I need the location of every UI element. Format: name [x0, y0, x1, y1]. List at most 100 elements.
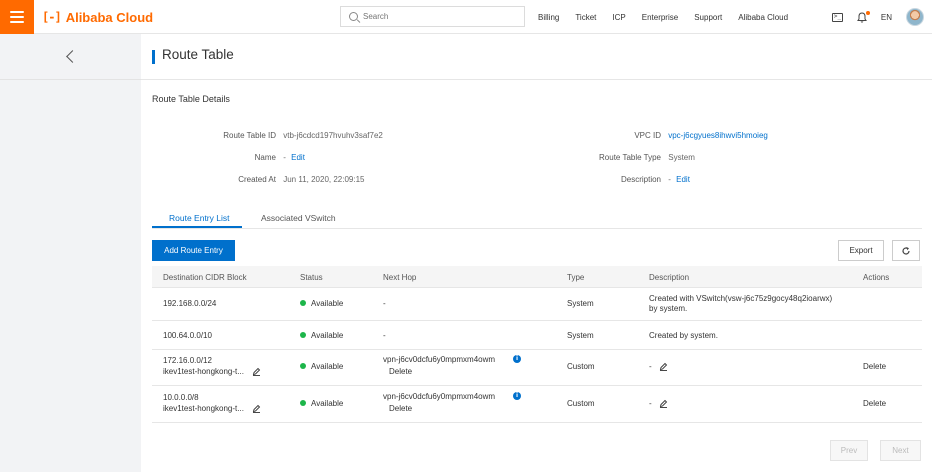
cell-description: Created by system.: [649, 331, 718, 340]
name-edit-link[interactable]: Edit: [291, 153, 305, 162]
route-table-id-label: Route Table ID: [223, 131, 276, 140]
hamburger-icon[interactable]: [0, 0, 34, 34]
description-text: -: [649, 399, 652, 408]
table-row: 10.0.0.0/8 ikev1test-hongkong-t... Avail…: [152, 386, 922, 423]
chevron-left-icon: [66, 50, 79, 63]
cell-description-line2: by system.: [649, 304, 688, 313]
cell-cidr: 100.64.0.0/10: [163, 331, 212, 340]
detail-route-table-id: Route Table ID vtb-j6cdcd197hvuhv3saf7e2: [152, 131, 383, 140]
table-row: 100.64.0.0/10 Available - System Created…: [152, 321, 922, 350]
created-at-label: Created At: [238, 175, 276, 184]
tab-associated-vswitch[interactable]: Associated VSwitch: [261, 213, 336, 223]
route-table-type-label: Route Table Type: [599, 153, 661, 162]
vpc-id-link[interactable]: vpc-j6cgyues8ihwvi5hmoieg: [668, 131, 768, 140]
cell-type: Custom: [567, 362, 595, 371]
bell-icon[interactable]: [856, 10, 870, 23]
cell-status: Available: [300, 299, 343, 308]
detail-name: Name - Edit: [152, 153, 305, 162]
tabs-divider: [152, 228, 922, 229]
cell-next-hop: -: [383, 299, 386, 308]
header-type: Type: [567, 273, 585, 282]
description-value: -: [668, 175, 671, 184]
nav-ticket[interactable]: Ticket: [575, 13, 596, 22]
info-icon[interactable]: i: [513, 392, 521, 400]
cell-description: -: [649, 399, 668, 409]
add-route-entry-button[interactable]: Add Route Entry: [152, 240, 235, 261]
status-text: Available: [311, 362, 344, 371]
header-destination: Destination CIDR Block: [163, 273, 247, 282]
next-hop-delete-link[interactable]: Delete: [389, 367, 412, 376]
pencil-icon[interactable]: [659, 362, 668, 372]
delete-route-link[interactable]: Delete: [863, 399, 886, 408]
avatar[interactable]: [906, 8, 924, 26]
refresh-icon: [902, 246, 910, 255]
detail-route-table-type: Route Table Type System: [531, 153, 695, 162]
top-bar: [-] Alibaba Cloud Billing Ticket ICP Ent…: [0, 0, 932, 34]
pencil-icon[interactable]: [252, 367, 261, 377]
header-actions: Actions: [863, 273, 890, 282]
search-box[interactable]: [340, 6, 525, 27]
cidr-name-text: ikev1test-hongkong-t...: [163, 367, 244, 376]
cell-type: System: [567, 331, 594, 340]
main-content: Route Table Route Table Details Route Ta…: [141, 34, 932, 472]
table-header: Destination CIDR Block Status Next Hop T…: [152, 266, 922, 288]
status-available-icon: [300, 331, 306, 338]
detail-created-at: Created At Jun 11, 2020, 22:09:15: [152, 175, 364, 184]
route-table-type-value: System: [668, 153, 695, 162]
next-hop-link[interactable]: vpn-j6cv0dcfu6y0mpmxm4owm: [383, 355, 495, 364]
delete-route-link[interactable]: Delete: [863, 362, 886, 371]
cell-type: System: [567, 299, 594, 308]
route-table-id-value: vtb-j6cdcd197hvuhv3saf7e2: [283, 131, 383, 140]
info-icon[interactable]: i: [513, 355, 521, 363]
name-label: Name: [254, 153, 276, 162]
top-nav-icons: >_ EN: [831, 0, 924, 34]
header-status: Status: [300, 273, 323, 282]
cell-status: Available: [300, 331, 343, 340]
nav-support[interactable]: Support: [694, 13, 722, 22]
notification-dot: [865, 10, 870, 15]
language-switch[interactable]: EN: [881, 13, 892, 22]
description-label: Description: [620, 175, 661, 184]
nav-enterprise[interactable]: Enterprise: [642, 13, 678, 22]
pencil-icon[interactable]: [659, 399, 668, 409]
top-nav: Billing Ticket ICP Enterprise Support Al…: [538, 0, 804, 34]
sidebar: [0, 34, 141, 472]
status-available-icon: [300, 299, 306, 306]
export-button[interactable]: Export: [838, 240, 884, 261]
next-page-button[interactable]: Next: [880, 440, 921, 461]
description-edit-link[interactable]: Edit: [676, 175, 690, 184]
search-input[interactable]: [363, 12, 513, 21]
pencil-icon[interactable]: [252, 404, 261, 414]
title-accent-bar: [152, 50, 155, 64]
refresh-button[interactable]: [892, 240, 920, 261]
prev-page-button[interactable]: Prev: [830, 440, 868, 461]
description-text: -: [649, 362, 652, 371]
cell-status: Available: [300, 362, 343, 371]
status-available-icon: [300, 362, 306, 369]
cell-cidr: 172.16.0.0/12: [163, 356, 212, 365]
status-text: Available: [311, 299, 344, 308]
next-hop-link[interactable]: vpn-j6cv0dcfu6y0mpmxm4owm: [383, 392, 495, 401]
back-button[interactable]: [0, 34, 141, 80]
nav-alibaba-cloud[interactable]: Alibaba Cloud: [738, 13, 788, 22]
cell-cidr: 10.0.0.0/8: [163, 393, 199, 402]
cell-description-line1: Created with VSwitch(vsw-j6c75z9gocy48q2…: [649, 294, 833, 303]
brand-name: Alibaba Cloud: [65, 9, 154, 25]
page-title: Route Table: [162, 47, 234, 62]
header-description: Description: [649, 273, 690, 282]
status-text: Available: [311, 331, 344, 340]
detail-vpc-id: VPC ID vpc-j6cgyues8ihwvi5hmoieg: [531, 131, 768, 140]
next-hop-delete-link[interactable]: Delete: [389, 404, 412, 413]
header-next-hop: Next Hop: [383, 273, 417, 282]
terminal-icon[interactable]: >_: [831, 12, 843, 22]
cell-next-hop: -: [383, 331, 386, 340]
status-text: Available: [311, 399, 344, 408]
nav-icp[interactable]: ICP: [612, 13, 625, 22]
cell-cidr-name: ikev1test-hongkong-t...: [163, 404, 261, 414]
brand-logo[interactable]: [-] Alibaba Cloud: [42, 8, 153, 26]
nav-billing[interactable]: Billing: [538, 13, 559, 22]
table-row: 192.168.0.0/24 Available - System Create…: [152, 288, 922, 321]
brand-logo-mark: [-]: [42, 10, 62, 24]
status-available-icon: [300, 399, 306, 406]
tab-route-entry-list[interactable]: Route Entry List: [169, 213, 229, 223]
